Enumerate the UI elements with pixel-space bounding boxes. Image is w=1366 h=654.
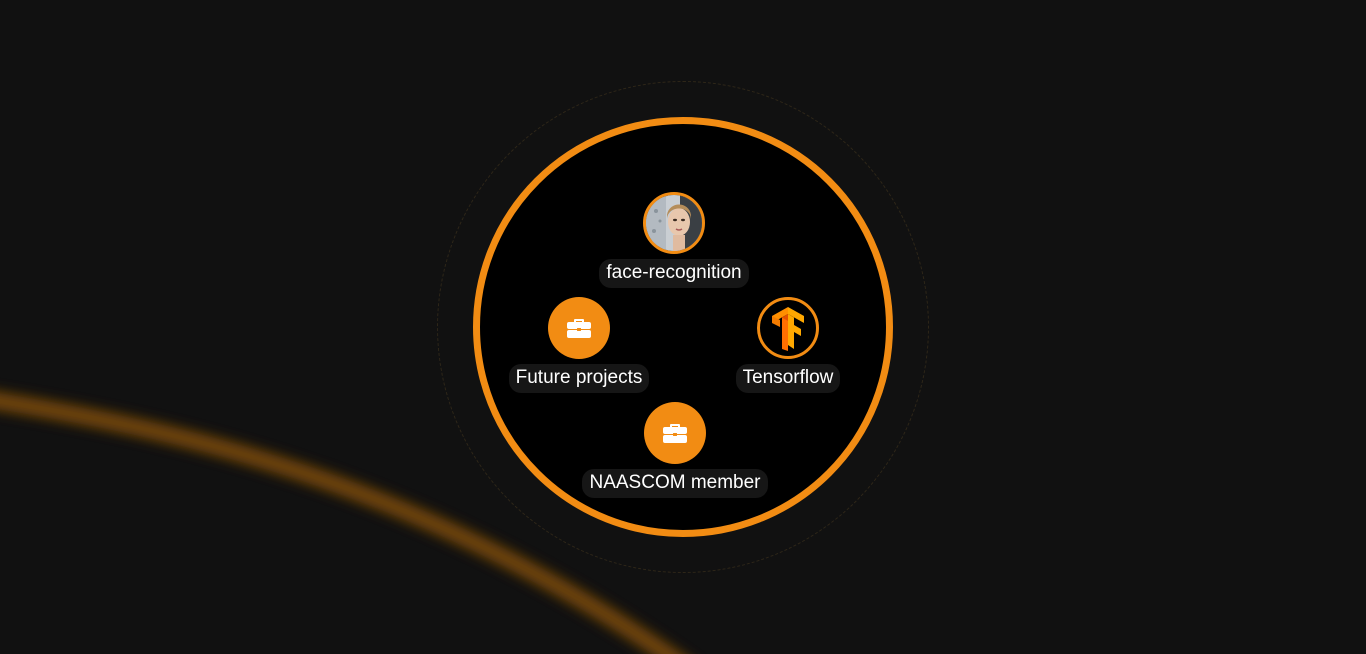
- briefcase-icon[interactable]: [548, 297, 610, 359]
- node-naascom-member[interactable]: NAASCOM member: [555, 402, 795, 498]
- briefcase-icon-graphic: [567, 319, 591, 338]
- tensorflow-logo-icon[interactable]: [757, 297, 819, 359]
- face-photo-icon-graphic: [646, 195, 702, 251]
- node-label-naascom-member[interactable]: NAASCOM member: [582, 469, 768, 498]
- mindmap-stage: face-recognition Future projects Tensorf…: [0, 0, 1366, 654]
- briefcase-icon-graphic: [663, 424, 687, 443]
- node-future-projects[interactable]: Future projects: [459, 297, 699, 393]
- face-photo-icon[interactable]: [643, 192, 705, 254]
- node-label-tensorflow[interactable]: Tensorflow: [735, 364, 841, 393]
- briefcase-icon[interactable]: [644, 402, 706, 464]
- tensorflow-logo-icon-graphic: [772, 307, 804, 351]
- node-label-face-recognition[interactable]: face-recognition: [599, 259, 749, 288]
- node-label-future-projects[interactable]: Future projects: [508, 364, 650, 393]
- node-tensorflow[interactable]: Tensorflow: [668, 297, 908, 393]
- node-face-recognition[interactable]: face-recognition: [554, 192, 794, 288]
